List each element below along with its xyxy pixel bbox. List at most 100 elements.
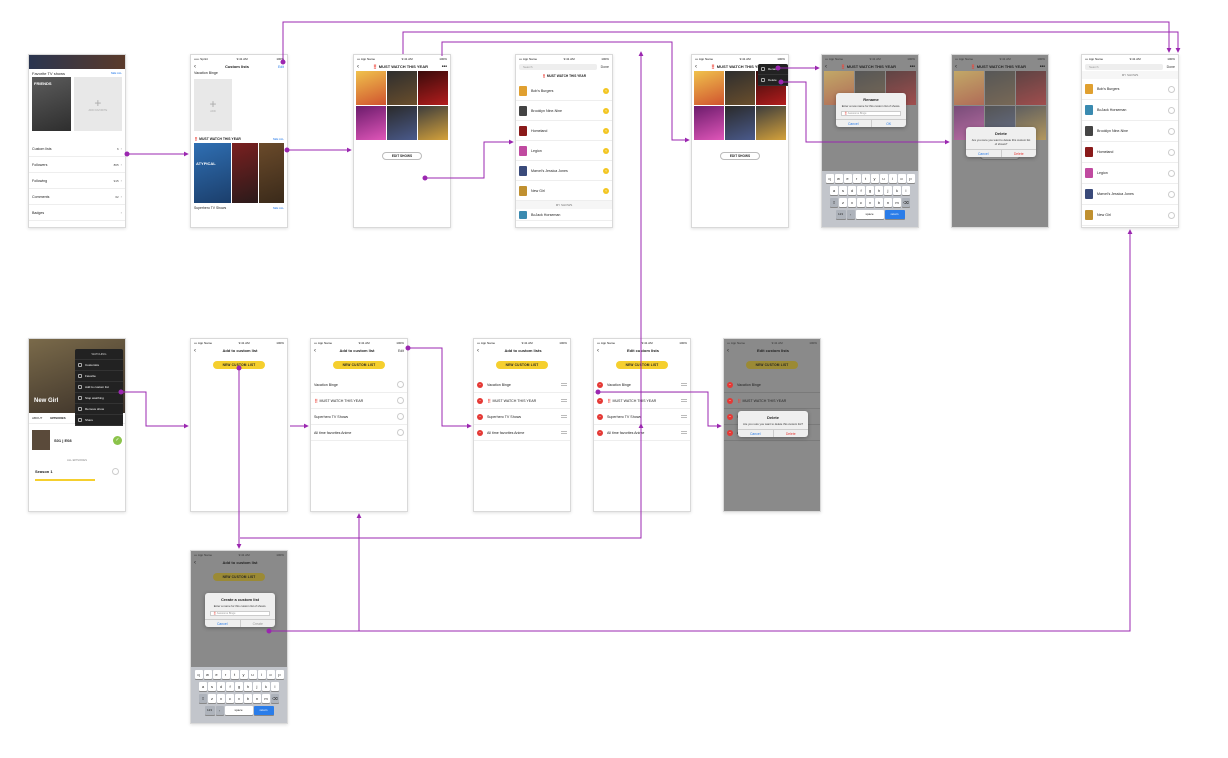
list-item[interactable]: New Girl ‹ bbox=[516, 181, 612, 201]
poster[interactable] bbox=[387, 106, 417, 140]
back-icon[interactable]: ‹ bbox=[357, 64, 359, 70]
key-return[interactable]: return bbox=[884, 210, 905, 219]
poster-friends[interactable]: FRIENDS bbox=[32, 77, 71, 131]
list-item[interactable]: Bob's Burgers bbox=[1082, 79, 1178, 100]
key-u[interactable]: u bbox=[879, 174, 888, 183]
key-c[interactable]: c bbox=[226, 694, 234, 703]
done-button[interactable]: Done bbox=[1167, 65, 1175, 69]
key-d[interactable]: d bbox=[217, 682, 225, 691]
more-icon[interactable]: ••• bbox=[910, 64, 915, 70]
key-n[interactable]: n bbox=[253, 694, 261, 703]
list-item[interactable]: Brooklyn Nine-Nine bbox=[1082, 121, 1178, 142]
key-p[interactable]: p bbox=[275, 670, 284, 679]
list-item[interactable]: Superhero TV Shows bbox=[311, 409, 407, 425]
key-s[interactable]: s bbox=[839, 186, 847, 195]
new-custom-list-button[interactable]: NEW CUSTOM LIST bbox=[333, 361, 385, 369]
key-f[interactable]: f bbox=[857, 186, 865, 195]
profile-row-custom-lists[interactable]: Custom lists 6 › bbox=[29, 141, 125, 157]
done-button[interactable]: Done bbox=[601, 65, 609, 69]
key-o[interactable]: o bbox=[266, 670, 275, 679]
menu-item-stop-watching[interactable]: Stop watching bbox=[75, 393, 123, 404]
back-icon[interactable]: ‹ bbox=[955, 64, 957, 70]
new-custom-list-button[interactable]: NEW CUSTOM LIST bbox=[213, 573, 265, 581]
key-x[interactable]: x bbox=[217, 694, 225, 703]
poster[interactable] bbox=[418, 71, 448, 105]
menu-item-remove-show[interactable]: Remove show bbox=[75, 404, 123, 415]
key-return[interactable]: return bbox=[253, 706, 274, 715]
menu-item-customize[interactable]: Customize bbox=[75, 360, 123, 371]
list-item[interactable]: Legion bbox=[1082, 163, 1178, 184]
key-e[interactable]: e bbox=[843, 174, 852, 183]
mic-icon[interactable]: ◦ bbox=[215, 706, 224, 715]
mic-icon[interactable]: ◦ bbox=[846, 210, 855, 219]
key-b[interactable]: b bbox=[875, 198, 883, 207]
key-u[interactable]: u bbox=[248, 670, 257, 679]
poster[interactable] bbox=[356, 106, 386, 140]
back-icon[interactable]: ‹ bbox=[194, 348, 196, 354]
key-j[interactable]: j bbox=[884, 186, 892, 195]
key-l[interactable]: l bbox=[902, 186, 910, 195]
search-input[interactable]: Search bbox=[519, 63, 597, 70]
delete-button[interactable]: Delete bbox=[772, 430, 809, 437]
cancel-button[interactable]: Cancel bbox=[738, 430, 773, 437]
key-z[interactable]: z bbox=[208, 694, 216, 703]
poster[interactable] bbox=[725, 106, 755, 140]
key-g[interactable]: g bbox=[866, 186, 874, 195]
profile-row-following[interactable]: Following 915 › bbox=[29, 173, 125, 189]
key-w[interactable]: w bbox=[834, 174, 843, 183]
poster[interactable] bbox=[258, 143, 284, 203]
more-icon[interactable]: ••• bbox=[442, 64, 447, 70]
key-a[interactable]: a bbox=[830, 186, 838, 195]
list-item[interactable]: −Superhero TV Shows bbox=[474, 409, 570, 425]
key-r[interactable]: r bbox=[221, 670, 230, 679]
check-icon[interactable]: ✓ bbox=[113, 435, 122, 445]
key-m[interactable]: m bbox=[893, 198, 901, 207]
backspace-icon[interactable]: ⌫ bbox=[271, 694, 279, 703]
key-q[interactable]: q bbox=[825, 174, 834, 183]
key-a[interactable]: a bbox=[199, 682, 207, 691]
back-icon[interactable]: ‹ bbox=[727, 348, 729, 354]
tab-about[interactable]: ABOUT bbox=[32, 416, 42, 420]
key-l[interactable]: l bbox=[271, 682, 279, 691]
key-h[interactable]: h bbox=[875, 186, 883, 195]
search-input[interactable]: Search bbox=[1085, 63, 1163, 70]
key-m[interactable]: m bbox=[262, 694, 270, 703]
key-y[interactable]: y bbox=[239, 670, 248, 679]
key-q[interactable]: q bbox=[194, 670, 203, 679]
see-all-link[interactable]: SEE ALL bbox=[273, 137, 284, 141]
new-custom-list-button[interactable]: NEW CUSTOM LIST bbox=[496, 361, 548, 369]
new-custom-list-button[interactable]: NEW CUSTOM LIST bbox=[616, 361, 668, 369]
key-y[interactable]: y bbox=[870, 174, 879, 183]
back-icon[interactable]: ‹ bbox=[477, 348, 479, 354]
back-icon[interactable]: ‹ bbox=[194, 64, 196, 70]
back-icon[interactable]: ‹ bbox=[314, 348, 316, 354]
key-c[interactable]: c bbox=[857, 198, 865, 207]
key-d[interactable]: d bbox=[848, 186, 856, 195]
key-v[interactable]: v bbox=[235, 694, 243, 703]
poster-atypical[interactable]: ATYPICAL bbox=[194, 143, 232, 203]
cancel-button[interactable]: Cancel bbox=[836, 120, 871, 127]
create-button[interactable]: Create bbox=[239, 620, 276, 627]
edit-button[interactable]: Edit bbox=[398, 349, 404, 353]
see-all-link[interactable]: SEE ALL bbox=[111, 71, 122, 75]
profile-row-badges[interactable]: Badges › bbox=[29, 205, 125, 221]
poster[interactable] bbox=[356, 71, 386, 105]
list-item[interactable]: New Girl bbox=[1082, 205, 1178, 226]
cancel-button[interactable]: Cancel bbox=[966, 150, 1001, 157]
shift-icon[interactable]: ⇧ bbox=[830, 198, 838, 207]
list-item[interactable]: BoJack Horseman bbox=[1082, 100, 1178, 121]
back-icon[interactable]: ‹ bbox=[825, 64, 827, 70]
key-z[interactable]: z bbox=[839, 198, 847, 207]
list-item[interactable]: Marvel's Jessica Jones bbox=[1082, 184, 1178, 205]
key-p[interactable]: p bbox=[906, 174, 915, 183]
delete-button[interactable]: Delete bbox=[1000, 150, 1037, 157]
key-r[interactable]: r bbox=[852, 174, 861, 183]
key-n[interactable]: n bbox=[884, 198, 892, 207]
back-icon[interactable]: ‹ bbox=[597, 348, 599, 354]
profile-row-followers[interactable]: Followers 865 › bbox=[29, 157, 125, 173]
list-item[interactable]: Vacation Binge bbox=[311, 377, 407, 393]
list-item[interactable]: Brooklyn Nine-Nine ‹ bbox=[516, 101, 612, 121]
tab-episodes[interactable]: EPISODES bbox=[50, 416, 65, 420]
ok-button[interactable]: OK bbox=[870, 120, 907, 127]
back-icon[interactable]: ‹ bbox=[695, 64, 697, 70]
